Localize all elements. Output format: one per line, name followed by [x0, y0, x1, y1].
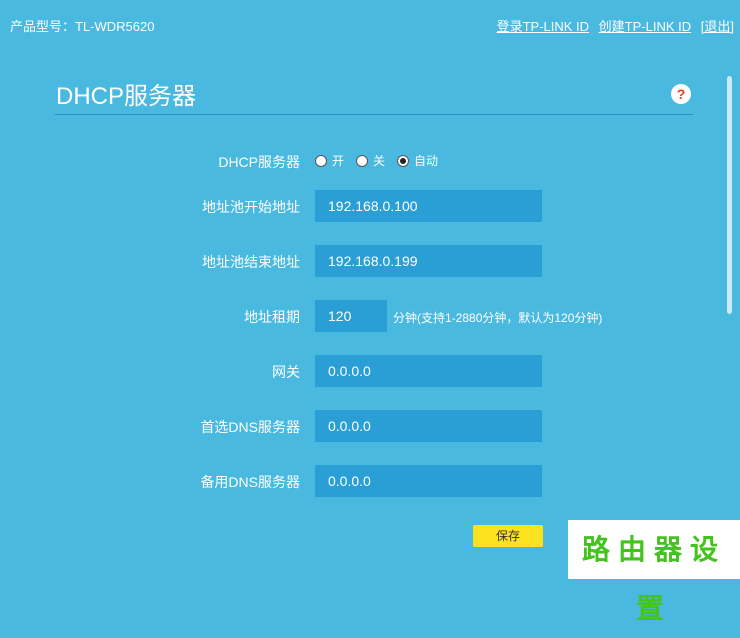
logout-link[interactable]: [退出] — [701, 19, 734, 34]
pool-start-label: 地址池开始地址 — [202, 199, 300, 215]
pool-end-label: 地址池结束地址 — [202, 254, 300, 270]
radio-auto-circle[interactable] — [397, 154, 410, 167]
secondary-dns-input[interactable]: 0.0.0.0 — [315, 465, 542, 497]
gateway-label: 网关 — [272, 364, 300, 380]
radio-on[interactable]: 开 — [315, 152, 344, 169]
lease-hint: 分钟(支持1-2880分钟，默认为120分钟) — [393, 311, 603, 325]
radio-off[interactable]: 关 — [356, 152, 385, 169]
save-button[interactable]: 保存 — [473, 525, 543, 547]
radio-off-label: 关 — [373, 154, 386, 168]
scrollbar-thumb[interactable] — [727, 76, 732, 314]
dhcp-server-label: DHCP服务器 — [218, 154, 300, 170]
help-icon[interactable]: ? — [671, 84, 691, 104]
account-links: 登录TP-LINK ID 创建TP-LINK ID [退出] — [491, 16, 734, 35]
radio-off-circle[interactable] — [356, 154, 369, 167]
radio-on-circle[interactable] — [315, 154, 327, 167]
create-tplink-id-link[interactable]: 创建TP-LINK ID — [599, 19, 691, 34]
lease-input[interactable]: 120 — [315, 300, 387, 332]
radio-on-label: 开 — [332, 154, 345, 168]
gateway-input[interactable]: 0.0.0.0 — [315, 355, 542, 387]
pool-start-input[interactable]: 192.168.0.100 — [315, 190, 542, 222]
primary-dns-input[interactable]: 0.0.0.0 — [315, 410, 542, 442]
watermark-logo: 路由器设置 — [568, 520, 740, 625]
lease-label: 地址租期 — [244, 309, 300, 325]
radio-auto-label: 自动 — [414, 154, 439, 168]
page-title: DHCP服务器 — [56, 83, 197, 110]
top-bar: 产品型号：TL-WDR5620 登录TP-LINK ID 创建TP-LINK I… — [0, 0, 740, 48]
dhcp-server-radio-group: 开 关 自动 — [315, 152, 450, 169]
primary-dns-label: 首选DNS服务器 — [200, 419, 300, 435]
product-model: 产品型号：TL-WDR5620 — [10, 19, 155, 34]
radio-auto[interactable]: 自动 — [397, 152, 438, 169]
secondary-dns-label: 备用DNS服务器 — [200, 474, 300, 490]
pool-end-input[interactable]: 192.168.0.199 — [315, 245, 542, 277]
title-divider — [55, 114, 693, 115]
login-tplink-id-link[interactable]: 登录TP-LINK ID — [497, 19, 589, 34]
